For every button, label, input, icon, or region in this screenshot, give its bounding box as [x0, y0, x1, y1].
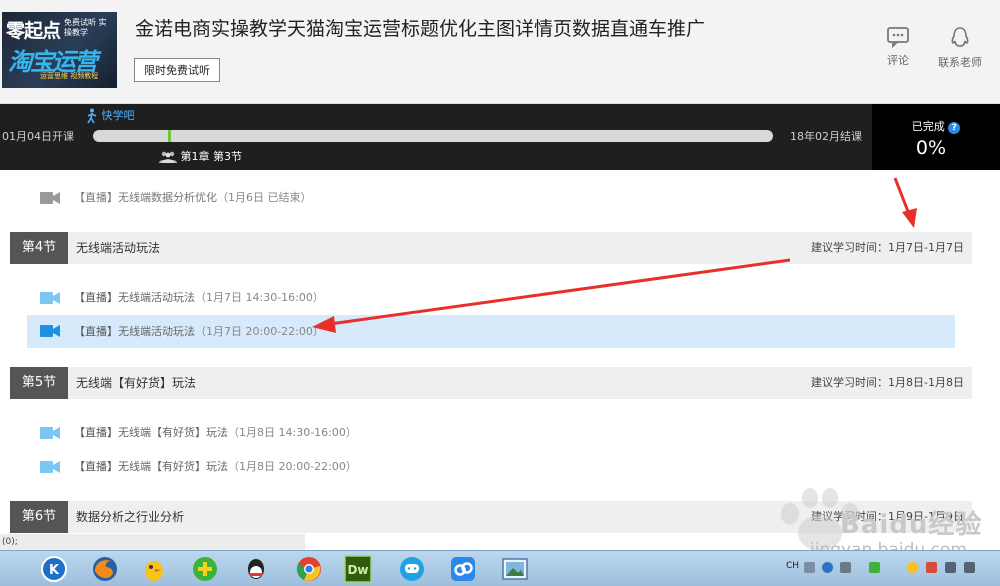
- completion-panel: 已完成 ? 0%: [872, 104, 1000, 170]
- taskbar-chick-app[interactable]: [134, 554, 174, 583]
- lesson-title: 无线端数据分析优化: [118, 191, 217, 204]
- comment-button[interactable]: 评论: [868, 26, 928, 68]
- lesson-item[interactable]: 【直播】无线端【有好货】玩法（1月8日 14:30-16:00）: [40, 418, 950, 448]
- lesson-item[interactable]: 【直播】无线端数据分析优化（1月6日 已结束）: [40, 183, 950, 213]
- section-number: 第5节: [10, 367, 68, 399]
- svg-text:K: K: [49, 563, 60, 578]
- lesson-time: （1月8日 14:30-16:00）: [228, 426, 357, 439]
- dreamweaver-icon: Dw: [344, 555, 372, 583]
- progress-track: [93, 130, 773, 142]
- input-language[interactable]: CH: [786, 561, 799, 571]
- lesson-title: 无线端活动玩法: [118, 291, 195, 304]
- lesson-tag: 【直播】: [74, 191, 118, 204]
- progress-marker: [167, 130, 171, 142]
- free-trial-button[interactable]: 限时免费试听: [134, 58, 220, 82]
- keyboard-icon[interactable]: [804, 562, 815, 573]
- qq-icon: [248, 559, 264, 579]
- taskbar-qq-messenger[interactable]: [392, 554, 432, 583]
- qq-penguin-icon: [951, 27, 969, 47]
- video-camera-icon: [40, 325, 60, 337]
- kugou-icon: K: [41, 556, 67, 582]
- section-suggested-time: 建议学习时间：1月8日-1月8日: [811, 376, 964, 389]
- cover-badge: 免费试听 实操教学: [64, 18, 107, 37]
- comment-icon: [887, 27, 909, 48]
- lesson-time: （1月7日 14:30-16:00）: [195, 291, 324, 304]
- completion-text: 已完成: [911, 120, 945, 133]
- section-number: 第6节: [10, 501, 68, 533]
- section-number: 第4节: [10, 232, 68, 264]
- windows-taskbar: K Dw CH: [0, 550, 1000, 586]
- browser-status-bar: (0);: [0, 534, 305, 550]
- taskbar-baidu-netdisk[interactable]: [443, 554, 483, 583]
- battery-icon[interactable]: [869, 562, 880, 573]
- image-viewer-icon: [502, 558, 528, 580]
- lesson-item-active[interactable]: 【直播】无线端活动玩法（1月7日 20:00-22:00）: [27, 315, 955, 348]
- current-chapter: 第1章 第3节: [159, 148, 242, 164]
- course-title: 金诺电商实操教学天猫淘宝运营标题优化主图详情页数据直通车推广: [135, 18, 706, 40]
- brand-label: 快学吧: [86, 107, 135, 124]
- section-title: 无线端【有好货】玩法: [76, 376, 197, 390]
- cover-title: 零起点: [6, 20, 61, 42]
- add-green-icon: [193, 557, 217, 581]
- course-start-date: 01月04日开课: [2, 130, 74, 143]
- video-camera-icon: [40, 427, 60, 439]
- help-icon[interactable]: ?: [948, 122, 961, 134]
- settings-icon[interactable]: [840, 562, 851, 573]
- lesson-tag: 【直播】: [74, 325, 118, 338]
- firefox-icon: [93, 557, 117, 581]
- taskbar-qq[interactable]: [236, 554, 276, 583]
- course-end-date: 18年02月结课: [790, 130, 862, 143]
- video-camera-icon: [40, 192, 60, 204]
- taskbar-kugou[interactable]: K: [34, 554, 74, 583]
- system-tray: CH: [780, 551, 1000, 586]
- completion-percent: 0%: [915, 137, 947, 159]
- lesson-time: （1月7日 20:00-22:00）: [195, 325, 324, 338]
- lesson-title: 无线端【有好货】玩法: [118, 426, 228, 439]
- people-icon: [159, 151, 177, 163]
- lesson-tag: 【直播】: [74, 426, 118, 439]
- section-suggested-time: 建议学习时间：1月7日-1月7日: [811, 241, 964, 254]
- completion-label: 已完成 ?: [872, 118, 1000, 134]
- lesson-tag: 【直播】: [74, 460, 118, 473]
- video-camera-icon: [40, 461, 60, 473]
- course-header: 零起点 淘宝运营 免费试听 实操教学 运营思维 视频教程 金诺电商实操教学天猫淘…: [0, 0, 1000, 104]
- dreamweaver-label: Dw: [347, 563, 368, 577]
- taskbar-chrome[interactable]: [289, 554, 329, 583]
- network-icon[interactable]: [945, 562, 956, 573]
- section-title: 无线端活动玩法: [76, 241, 161, 255]
- contact-teacher-button[interactable]: 联系老师: [930, 26, 990, 70]
- taskbar-add-app[interactable]: [185, 554, 225, 583]
- runner-icon: [87, 108, 97, 124]
- lesson-time: （1月8日 20:00-22:00）: [228, 460, 357, 473]
- lesson-title: 无线端活动玩法: [118, 325, 195, 338]
- chapter-label: 第1章 第3节: [180, 150, 243, 163]
- lesson-item[interactable]: 【直播】无线端活动玩法（1月7日 14:30-16:00）: [40, 283, 950, 313]
- watermark-brand: Baidu经验: [840, 510, 983, 540]
- course-progress-band: 快学吧 01月04日开课 18年02月结课 第1章 第3节: [0, 104, 872, 170]
- volume-icon[interactable]: [964, 562, 975, 573]
- comment-label: 评论: [887, 54, 909, 67]
- section-header: 第5节 无线端【有好货】玩法 建议学习时间：1月8日-1月8日: [10, 367, 972, 399]
- lesson-time: （1月6日 已结束）: [217, 191, 312, 204]
- help-icon[interactable]: [822, 562, 833, 573]
- lesson-title: 无线端【有好货】玩法: [118, 460, 228, 473]
- baidu-netdisk-icon: [451, 557, 475, 581]
- lesson-tag: 【直播】: [74, 291, 118, 304]
- taskbar-dreamweaver[interactable]: Dw: [338, 554, 378, 583]
- cover-tag: 运营思维 视频教程: [40, 72, 99, 80]
- qq-messenger-icon: [400, 557, 424, 581]
- brand-text: 快学吧: [101, 109, 135, 122]
- course-cover-image[interactable]: 零起点 淘宝运营 免费试听 实操教学 运营思维 视频教程: [2, 12, 117, 88]
- section-header: 第4节 无线端活动玩法 建议学习时间：1月7日-1月7日: [10, 232, 972, 264]
- section-title: 数据分析之行业分析: [76, 510, 185, 524]
- taskbar-firefox[interactable]: [85, 554, 125, 583]
- qq-tray-icon[interactable]: [907, 562, 918, 573]
- taskbar-image-viewer[interactable]: [495, 554, 535, 583]
- chick-app-icon: [145, 561, 163, 581]
- security-icon[interactable]: [926, 562, 937, 573]
- chrome-icon: [296, 557, 321, 581]
- video-camera-icon: [40, 292, 60, 304]
- contact-teacher-label: 联系老师: [938, 56, 982, 69]
